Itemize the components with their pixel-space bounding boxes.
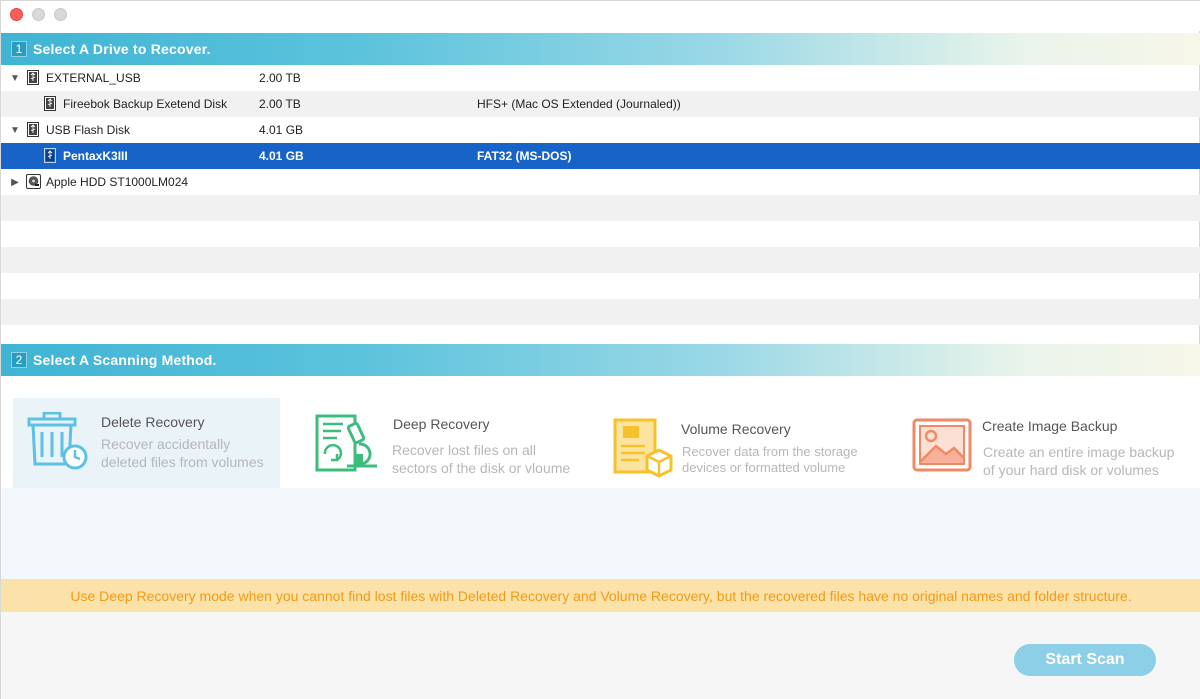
method-description: Create an entire image backup of your ha… (983, 443, 1174, 479)
method-desc-line: Recover data from the storage (682, 444, 858, 459)
folder-box-icon (613, 418, 673, 478)
document-microscope-icon (315, 414, 377, 472)
footer: Start Scan (1, 612, 1200, 699)
method-desc-line: Create an entire image backup (983, 444, 1175, 460)
drive-name: EXTERNAL_USB (46, 71, 141, 85)
method-title: Create Image Backup (982, 418, 1118, 434)
deep-recovery-notice: Use Deep Recovery mode when you cannot f… (1, 579, 1200, 612)
maximize-window-button[interactable] (54, 8, 67, 21)
empty-row (1, 195, 1200, 221)
drive-list: ▼ EXTERNAL_USB 2.00 TB Fireebok Backup E… (1, 65, 1200, 344)
empty-row (1, 247, 1200, 273)
method-title: Delete Recovery (101, 414, 205, 430)
step-number: 2 (11, 352, 27, 368)
method-description: Recover data from the storage devices or… (682, 444, 858, 476)
method-desc-line: Recover lost files on all (392, 442, 536, 458)
title-bar (1, 1, 1200, 31)
method-desc-line: devices or formatted volume (682, 460, 846, 475)
start-scan-button[interactable]: Start Scan (1014, 644, 1156, 676)
methods-row: Delete Recovery Recover accidentally del… (1, 376, 1200, 488)
image-icon (912, 418, 972, 472)
drive-row[interactable]: ▼ USB Flash Disk 4.01 GB (1, 117, 1200, 143)
drive-size: 2.00 TB (259, 71, 301, 85)
expand-triangle-icon[interactable]: ▼ (9, 73, 21, 84)
usb-drive-icon (44, 148, 56, 163)
empty-row (1, 299, 1200, 325)
volume-row[interactable]: Fireebok Backup Exetend Disk 2.00 TB HFS… (1, 91, 1200, 117)
select-drive-header: 1 Select A Drive to Recover. (1, 33, 1200, 65)
usb-drive-icon (27, 122, 39, 137)
delete-recovery-option[interactable]: Delete Recovery Recover accidentally del… (13, 398, 280, 488)
collapse-triangle-icon[interactable]: ▶ (9, 177, 21, 188)
method-title: Volume Recovery (681, 421, 791, 437)
volume-filesystem: HFS+ (Mac OS Extended (Journaled)) (477, 97, 681, 111)
method-desc-line: deleted files from volumes (101, 454, 264, 470)
volume-filesystem: FAT32 (MS-DOS) (477, 149, 572, 163)
volume-name: PentaxK3III (63, 149, 128, 163)
method-description: Recover accidentally deleted files from … (101, 435, 264, 471)
drive-name: USB Flash Disk (46, 123, 131, 137)
deep-recovery-option[interactable]: Deep Recovery Recover lost files on all … (301, 398, 591, 488)
scan-methods-panel: Delete Recovery Recover accidentally del… (1, 376, 1200, 579)
usb-drive-icon (27, 70, 39, 85)
create-image-backup-option[interactable]: Create Image Backup Create an entire ima… (901, 398, 1196, 488)
hard-disk-icon (26, 174, 41, 189)
trash-clock-icon (27, 412, 88, 470)
drive-row[interactable]: ▼ EXTERNAL_USB 2.00 TB (1, 65, 1200, 91)
minimize-window-button[interactable] (32, 8, 45, 21)
drive-size: 4.01 GB (259, 123, 304, 137)
method-description: Recover lost files on all sectors of the… (392, 441, 570, 477)
drive-row[interactable]: ▶ Apple HDD ST1000LM024 (1, 169, 1200, 195)
expand-triangle-icon[interactable]: ▼ (9, 125, 21, 136)
method-desc-line: sectors of the disk or vloume (392, 460, 571, 476)
section-title: Select A Drive to Recover. (33, 41, 211, 57)
volume-name: Fireebok Backup Exetend Disk (63, 97, 228, 111)
method-desc-line: Recover accidentally (101, 436, 231, 452)
close-window-button[interactable] (10, 8, 23, 21)
usb-drive-icon (44, 96, 56, 111)
volume-row-selected[interactable]: PentaxK3III 4.01 GB FAT32 (MS-DOS) (1, 143, 1200, 169)
method-desc-line: of your hard disk or volumes (983, 462, 1159, 478)
volume-recovery-option[interactable]: Volume Recovery Recover data from the st… (601, 398, 891, 488)
volume-size: 4.01 GB (259, 149, 304, 163)
app-window: 1 Select A Drive to Recover. ▼ EXTERNAL_… (0, 0, 1200, 699)
section-title: Select A Scanning Method. (33, 352, 217, 368)
step-number: 1 (11, 41, 27, 57)
select-method-header: 2 Select A Scanning Method. (1, 344, 1200, 376)
method-title: Deep Recovery (393, 416, 490, 432)
drive-name: Apple HDD ST1000LM024 (46, 175, 189, 189)
volume-size: 2.00 TB (259, 97, 301, 111)
